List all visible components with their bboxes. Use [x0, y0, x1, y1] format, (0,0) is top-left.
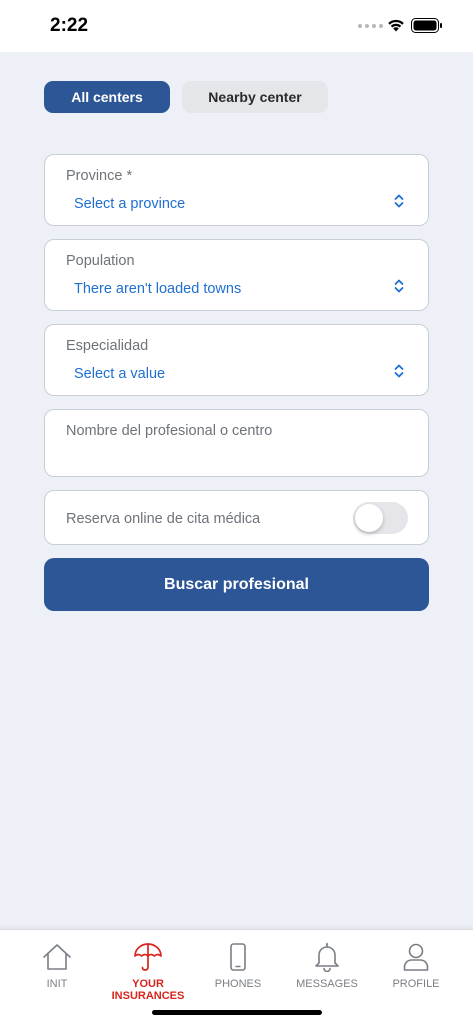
professional-name-input[interactable]: Nombre del profesional o centro [44, 409, 429, 477]
tab-profile[interactable]: PROFILE [371, 930, 461, 1000]
province-label: Province * [66, 168, 133, 184]
province-select[interactable]: Province * Select a province [44, 154, 429, 226]
tab-phones[interactable]: PHONES [193, 930, 283, 1000]
tab-all-centers[interactable]: All centers [44, 81, 170, 113]
tab-init[interactable]: INIT [12, 930, 102, 1000]
search-professional-button[interactable]: Buscar profesional [44, 558, 429, 611]
chevron-up-down-icon [394, 364, 404, 378]
bell-icon [315, 942, 339, 972]
tab-label: MESSAGES [296, 978, 358, 990]
population-select[interactable]: Population There aren't loaded towns [44, 239, 429, 311]
signal-dots-icon [358, 24, 383, 28]
tab-messages[interactable]: MESSAGES [282, 930, 372, 1000]
home-indicator [152, 1010, 322, 1015]
battery-icon [411, 18, 442, 33]
chevron-up-down-icon [394, 194, 404, 208]
province-value: Select a province [74, 196, 186, 212]
tab-label: YOUR INSURANCES [111, 978, 185, 1002]
online-booking-row: Reserva online de cita médica [44, 490, 429, 545]
especialidad-select[interactable]: Especialidad Select a value [44, 324, 429, 396]
tab-nearby-center[interactable]: Nearby center [182, 81, 328, 113]
phone-icon [230, 943, 246, 971]
tab-label: PROFILE [392, 978, 440, 990]
chevron-up-down-icon [394, 279, 404, 293]
status-time: 2:22 [50, 15, 89, 36]
umbrella-icon [134, 943, 162, 971]
user-icon [403, 943, 429, 971]
tab-label: PHONES [214, 978, 262, 990]
online-booking-label: Reserva online de cita médica [66, 511, 261, 527]
population-label: Population [66, 253, 135, 269]
especialidad-value: Select a value [74, 366, 166, 382]
toggle-knob [355, 504, 383, 532]
especialidad-label: Especialidad [66, 338, 149, 354]
home-icon [43, 944, 71, 970]
wifi-icon [388, 19, 404, 32]
professional-name-placeholder: Nombre del profesional o centro [66, 423, 273, 439]
online-booking-toggle[interactable] [353, 502, 408, 534]
status-bar: 2:22 [0, 0, 473, 52]
tab-your-insurances[interactable]: YOUR INSURANCES [103, 930, 193, 1002]
population-value: There aren't loaded towns [74, 281, 242, 297]
tab-label: INIT [46, 978, 68, 990]
